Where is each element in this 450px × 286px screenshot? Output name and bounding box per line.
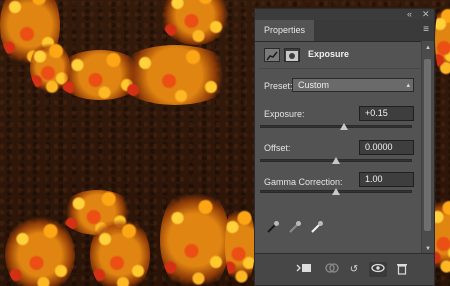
leaf-cluster — [435, 0, 450, 80]
select-arrows-icon: ▴ — [406, 82, 410, 89]
panel-tab-row: Properties ≡ — [255, 20, 434, 42]
preset-select[interactable]: Custom ▴ — [292, 78, 414, 92]
leaf-cluster — [160, 0, 230, 45]
panel-footer: ↺ — [255, 253, 434, 285]
exposure-slider-thumb[interactable] — [339, 123, 348, 130]
gray-point-eyedropper-icon[interactable] — [288, 220, 302, 234]
leaf-cluster — [5, 215, 75, 286]
exposure-value: +0.15 — [365, 108, 388, 118]
gamma-label: Gamma Correction: — [264, 177, 343, 187]
leaf-cluster — [160, 185, 230, 286]
adjustment-icon[interactable] — [264, 48, 280, 62]
scroll-thumb[interactable] — [424, 59, 431, 231]
gamma-slider-thumb[interactable] — [332, 188, 340, 195]
clip-to-layer-icon[interactable] — [295, 262, 313, 277]
divider — [259, 68, 420, 69]
collapse-panel-icon[interactable]: « — [407, 9, 412, 20]
panel-menu-icon[interactable]: ≡ — [423, 25, 429, 35]
offset-label: Offset: — [264, 143, 291, 153]
leaf-cluster — [90, 215, 150, 286]
exposure-label: Exposure: — [264, 109, 305, 119]
white-point-eyedropper-icon[interactable] — [310, 220, 324, 234]
gamma-value: 1.00 — [365, 174, 383, 184]
panel-content: Exposure Preset: Custom ▴ Exposure: +0.1… — [255, 41, 424, 256]
visibility-eye-icon[interactable] — [369, 262, 387, 277]
offset-slider-thumb[interactable] — [332, 157, 340, 164]
panel-titlebar[interactable]: « ✕ — [255, 9, 434, 20]
trash-icon[interactable] — [393, 262, 411, 277]
offset-value: 0.0000 — [365, 142, 393, 152]
offset-field[interactable]: 0.0000 — [359, 140, 414, 155]
exposure-field[interactable]: +0.15 — [359, 106, 414, 121]
adjustment-title: Exposure — [308, 49, 350, 59]
properties-panel: « ✕ Properties ≡ Exposure Preset: Custom… — [254, 8, 435, 286]
scroll-up-icon[interactable]: ▲ — [422, 43, 434, 53]
close-icon[interactable]: ✕ — [422, 9, 430, 20]
preset-value: Custom — [298, 80, 330, 90]
panel-scrollbar[interactable]: ▲ ▼ — [421, 41, 434, 256]
exposure-slider-track[interactable] — [260, 125, 412, 128]
gamma-field[interactable]: 1.00 — [359, 172, 414, 187]
tab-properties[interactable]: Properties — [255, 20, 315, 41]
leaf-cluster — [225, 200, 255, 286]
leaf-cluster — [115, 45, 235, 105]
reset-icon[interactable]: ↺ — [345, 262, 363, 277]
view-previous-icon[interactable] — [323, 262, 341, 277]
black-point-eyedropper-icon[interactable] — [266, 220, 280, 234]
preset-label: Preset: — [264, 81, 293, 91]
mask-icon[interactable] — [284, 48, 300, 62]
